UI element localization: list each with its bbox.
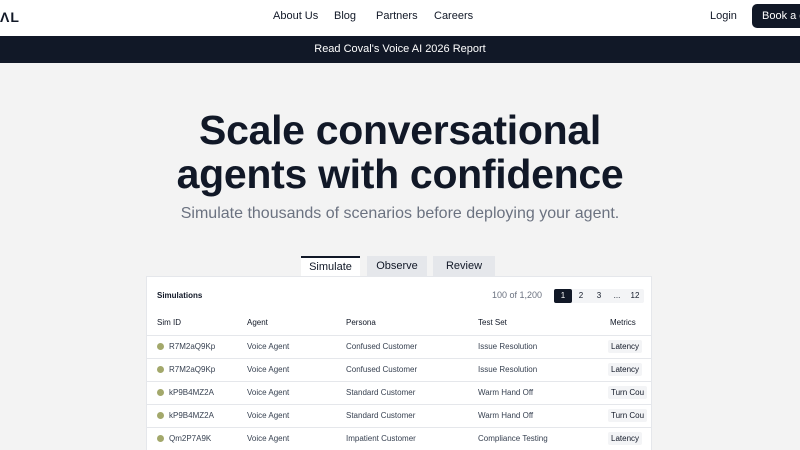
table-row[interactable]: R7M2aQ9Kp Voice Agent Confused Customer … [147, 358, 651, 382]
results-count: 100 of 1,200 [492, 290, 543, 300]
tab-observe[interactable]: Observe [367, 256, 427, 276]
sim-id: R7M2aQ9Kp [169, 365, 216, 374]
page-12-button[interactable]: 12 [626, 289, 644, 303]
status-dot-icon [157, 343, 164, 350]
agent-cell: Voice Agent [237, 404, 336, 428]
sim-id: kP9B4MZ2A [169, 388, 214, 397]
logo[interactable]: ΛL [0, 9, 20, 25]
page-3-button[interactable]: 3 [590, 289, 608, 303]
nav-link-about-us[interactable]: About Us [273, 10, 334, 22]
agent-cell: Voice Agent [237, 335, 336, 359]
demo-tabs: Simulate Observe Review [301, 256, 495, 276]
login-link[interactable]: Login [710, 10, 737, 22]
simulations-title: Simulations [157, 291, 203, 300]
column-header-persona: Persona [336, 311, 468, 336]
test-set-cell: Warm Hand Off [468, 381, 600, 405]
sim-id: kP9B4MZ2A [169, 411, 214, 420]
persona-cell: Confused Customer [336, 358, 468, 382]
test-set-cell: Compliance Testing [468, 427, 600, 450]
simulations-table: Sim ID Agent Persona Test Set Metrics R7… [147, 311, 651, 450]
status-dot-icon [157, 389, 164, 396]
table-row[interactable]: R7M2aQ9Kp Voice Agent Confused Customer … [147, 335, 651, 359]
page-1-button[interactable]: 1 [554, 289, 572, 303]
test-set-cell: Issue Resolution [468, 358, 600, 382]
hero-title-line-2: agents with confidence [176, 151, 624, 197]
metric-badge: Turn Cou [608, 409, 648, 422]
sim-id: R7M2aQ9Kp [169, 342, 216, 351]
tab-review[interactable]: Review [433, 256, 495, 276]
column-header-test-set: Test Set [468, 311, 600, 336]
pagination-ellipsis: ... [613, 291, 621, 300]
top-nav: ΛL About Us Blog Partners Careers Login … [0, 0, 800, 36]
persona-cell: Standard Customer [336, 381, 468, 405]
table-header-row: Sim ID Agent Persona Test Set Metrics [147, 311, 651, 336]
nav-link-careers[interactable]: Careers [434, 10, 473, 22]
metric-badge: Turn Cou [608, 386, 648, 399]
book-demo-button[interactable]: Book a d [752, 4, 800, 28]
hero-title-line-1: Scale conversational [199, 107, 601, 153]
agent-cell: Voice Agent [237, 381, 336, 405]
nav-links: About Us Blog Partners Careers [273, 10, 473, 22]
status-dot-icon [157, 366, 164, 373]
metric-badge: Latency [608, 432, 643, 445]
hero-title: Scale conversational agents with confide… [0, 108, 800, 196]
status-dot-icon [157, 412, 164, 419]
sim-id: Qm2P7A9K [169, 434, 212, 443]
table-row[interactable]: kP9B4MZ2A Voice Agent Standard Customer … [147, 381, 651, 405]
column-header-agent: Agent [237, 311, 336, 336]
column-header-metrics: Metrics [600, 311, 651, 336]
table-row[interactable]: Qm2P7A9K Voice Agent Impatient Customer … [147, 427, 651, 450]
page-2-button[interactable]: 2 [572, 289, 590, 303]
persona-cell: Impatient Customer [336, 427, 468, 450]
tab-simulate[interactable]: Simulate [301, 256, 360, 276]
metric-badge: Latency [608, 340, 643, 353]
metric-badge: Latency [608, 363, 643, 376]
persona-cell: Confused Customer [336, 335, 468, 359]
hero-subtitle: Simulate thousands of scenarios before d… [180, 205, 620, 222]
simulations-panel: Simulations 100 of 1,200 1 2 3 ... 12 Si… [146, 276, 652, 450]
column-header-sim-id: Sim ID [147, 311, 237, 336]
agent-cell: Voice Agent [237, 427, 336, 450]
nav-link-blog[interactable]: Blog [334, 10, 376, 22]
simulations-header: Simulations 100 of 1,200 1 2 3 ... 12 [147, 277, 651, 311]
nav-link-partners[interactable]: Partners [376, 10, 434, 22]
pagination: 1 2 3 ... 12 [554, 289, 644, 303]
test-set-cell: Issue Resolution [468, 335, 600, 359]
agent-cell: Voice Agent [237, 358, 336, 382]
table-row[interactable]: kP9B4MZ2A Voice Agent Standard Customer … [147, 404, 651, 428]
persona-cell: Standard Customer [336, 404, 468, 428]
test-set-cell: Warm Hand Off [468, 404, 600, 428]
announcement-banner[interactable]: Read Coval's Voice AI 2026 Report [0, 36, 800, 63]
status-dot-icon [157, 435, 164, 442]
